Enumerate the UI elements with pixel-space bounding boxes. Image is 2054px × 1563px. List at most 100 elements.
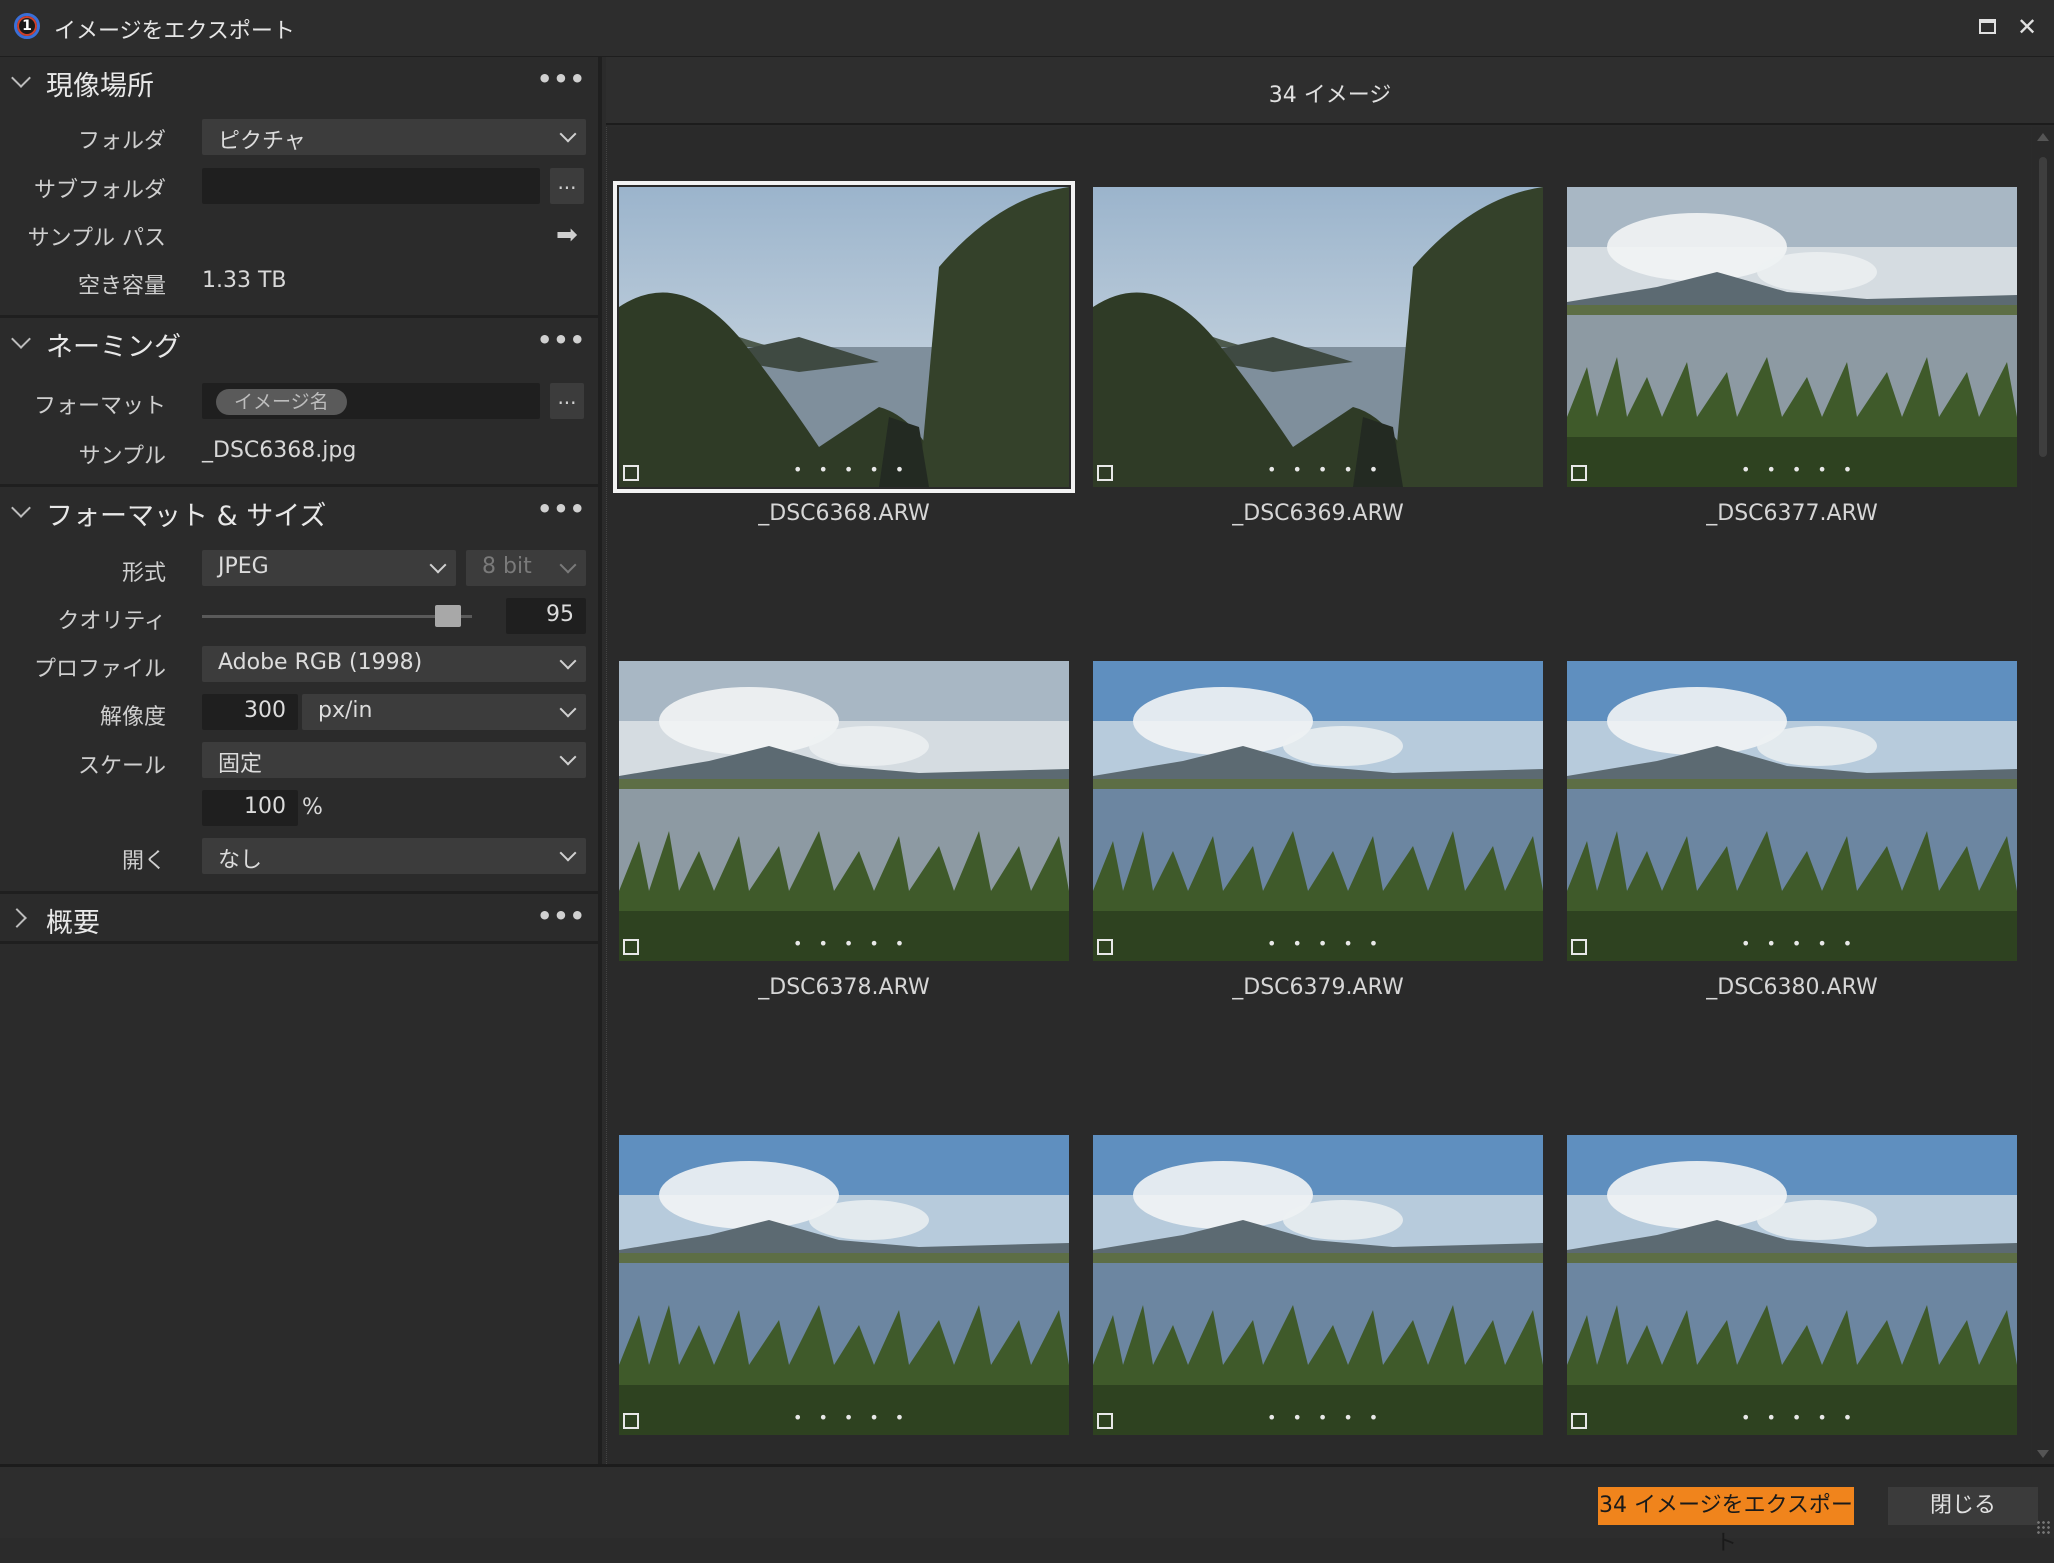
photo-preview xyxy=(1093,661,1543,961)
subfolder-field[interactable] xyxy=(202,168,540,204)
naming-format-field[interactable]: イメージ名 xyxy=(202,383,540,419)
profile-dropdown[interactable]: Adobe RGB (1998) xyxy=(202,646,586,682)
rating-dots-icon[interactable]: ••••• xyxy=(1741,1408,1868,1427)
thumbnail-filename: _DSC6379.ARW xyxy=(1232,975,1404,1000)
resize-grip-icon[interactable] xyxy=(2036,1520,2050,1534)
rating-dots-icon[interactable]: ••••• xyxy=(1741,460,1868,479)
close-window-button[interactable]: ✕ xyxy=(2012,12,2042,42)
quality-slider-handle[interactable] xyxy=(435,605,461,627)
resolution-label: 解像度 xyxy=(99,705,166,730)
thumbnail-grid: ••••• _DSC6368.ARW ••••• _DSC6369.ARW ••••• _… xyxy=(606,127,2031,1464)
rating-dots-icon[interactable]: ••••• xyxy=(1267,934,1394,953)
image-thumbnail[interactable]: ••••• xyxy=(1093,661,1543,961)
image-thumbnail[interactable]: ••••• xyxy=(1093,187,1543,487)
rating-dots-icon[interactable]: ••••• xyxy=(793,934,920,953)
thumbnail-checkbox[interactable] xyxy=(623,939,639,955)
more-options-icon[interactable]: ••• xyxy=(537,902,586,930)
chevron-down-icon xyxy=(11,498,31,518)
photo-preview xyxy=(1567,187,2017,487)
thumbnail-filename: _DSC6369.ARW xyxy=(1232,501,1404,526)
quality-input[interactable]: 95 xyxy=(506,598,586,634)
section-header-location[interactable]: 現像場所 ••• xyxy=(0,57,600,107)
chevron-down-icon xyxy=(11,68,31,88)
section-header-naming[interactable]: ネーミング ••• xyxy=(0,315,600,365)
chevron-down-icon xyxy=(559,700,577,718)
image-thumbnail[interactable]: ••••• xyxy=(1567,1135,2017,1435)
image-thumbnail[interactable]: ••••• xyxy=(619,1135,1069,1435)
scale-dropdown[interactable]: 固定 xyxy=(202,742,586,778)
open-with-dropdown[interactable]: なし xyxy=(202,838,586,874)
rating-dots-icon[interactable]: ••••• xyxy=(1267,1408,1394,1427)
thumbnail-checkbox[interactable] xyxy=(1571,465,1587,481)
section-header-summary[interactable]: 概要 ••• xyxy=(0,891,600,944)
quality-value: 95 xyxy=(546,602,574,627)
resolution-input[interactable]: 300 xyxy=(202,694,298,730)
close-button[interactable]: 閉じる xyxy=(1888,1487,2038,1525)
scrollbar-thumb[interactable] xyxy=(2039,157,2047,457)
image-thumbnail[interactable]: ••••• xyxy=(1567,661,2017,961)
rating-dots-icon[interactable]: ••••• xyxy=(1267,460,1394,479)
open-with-label: 開く xyxy=(121,849,166,874)
image-thumbnail[interactable]: ••••• xyxy=(1093,1135,1543,1435)
section-title: ネーミング xyxy=(46,332,181,363)
scroll-up-icon[interactable] xyxy=(2037,133,2049,141)
arrow-right-icon[interactable]: ➡ xyxy=(556,220,578,250)
vertical-scrollbar[interactable] xyxy=(2032,127,2054,1464)
file-type-dropdown[interactable]: JPEG xyxy=(202,550,456,586)
resolution-value: 300 xyxy=(244,698,286,723)
sample-label: サンプル xyxy=(78,444,166,469)
section-header-format-size[interactable]: フォーマット & サイズ ••• xyxy=(0,484,600,534)
chevron-down-icon xyxy=(429,556,447,574)
section-title: フォーマット & サイズ xyxy=(46,501,327,532)
photo-preview xyxy=(1093,1135,1543,1435)
chevron-down-icon xyxy=(559,748,577,766)
image-browser: 34 イメージ ••••• _DSC6368.ARW ••••• _DSC6369.A… xyxy=(606,57,2054,1464)
photo-preview xyxy=(619,661,1069,961)
file-type-label: 形式 xyxy=(121,561,166,586)
thumbnail-checkbox[interactable] xyxy=(1097,465,1113,481)
open-with-value: なし xyxy=(218,848,263,873)
scale-percent-input[interactable]: 100 xyxy=(202,790,298,826)
thumbnail-filename: _DSC6380.ARW xyxy=(1706,975,1878,1000)
image-name-token[interactable]: イメージ名 xyxy=(216,389,347,415)
quality-slider-track[interactable] xyxy=(202,615,472,618)
thumbnail-checkbox[interactable] xyxy=(623,1413,639,1429)
thumbnail-checkbox[interactable] xyxy=(1571,939,1587,955)
chevron-down-icon xyxy=(559,652,577,670)
export-button[interactable]: 34 イメージをエクスポート xyxy=(1598,1487,1854,1556)
thumbnail-checkbox[interactable] xyxy=(1097,939,1113,955)
free-space-value: 1.33 TB xyxy=(202,268,287,293)
photo-preview xyxy=(619,187,1069,487)
more-options-icon[interactable]: ••• xyxy=(537,65,586,93)
title-bar: 1 イメージをエクスポート ✕ xyxy=(0,0,2054,57)
thumbnail-checkbox[interactable] xyxy=(1571,1413,1587,1429)
folder-dropdown[interactable]: ピクチャ xyxy=(202,119,586,155)
thumbnail-filename: _DSC6378.ARW xyxy=(758,975,930,1000)
scroll-down-icon[interactable] xyxy=(2037,1450,2049,1458)
naming-browse-button[interactable]: ... xyxy=(550,383,584,419)
export-dialog: 1 イメージをエクスポート ✕ 現像場所 ••• フォルダ ピクチャ サブフォル… xyxy=(0,0,2054,1556)
rating-dots-icon[interactable]: ••••• xyxy=(793,1408,920,1427)
more-options-icon[interactable]: ••• xyxy=(537,326,586,354)
more-options-icon[interactable]: ••• xyxy=(537,495,586,523)
scale-label: スケール xyxy=(77,754,166,779)
quality-label: クオリティ xyxy=(57,609,166,634)
photo-preview xyxy=(1567,1135,2017,1435)
rating-dots-icon[interactable]: ••••• xyxy=(1741,934,1868,953)
settings-sidebar: 現像場所 ••• フォルダ ピクチャ サブフォルダ ... サンプル パス ➡ … xyxy=(0,57,602,1464)
thumbnail-checkbox[interactable] xyxy=(1097,1413,1113,1429)
subfolder-browse-button[interactable]: ... xyxy=(550,168,584,204)
dialog-footer: 34 イメージをエクスポート 閉じる xyxy=(0,1464,2054,1556)
image-thumbnail[interactable]: ••••• xyxy=(613,181,1075,493)
rating-dots-icon[interactable]: ••••• xyxy=(793,460,920,479)
resolution-unit-dropdown[interactable]: px/in xyxy=(302,694,586,730)
app-logo-icon: 1 xyxy=(14,13,40,39)
chevron-down-icon xyxy=(559,844,577,862)
thumbnail-checkbox[interactable] xyxy=(623,465,639,481)
bit-depth-value: 8 bit xyxy=(482,554,532,579)
maximize-button[interactable] xyxy=(1972,12,2002,42)
image-thumbnail[interactable]: ••••• xyxy=(619,661,1069,961)
free-space-label: 空き容量 xyxy=(77,274,166,299)
close-icon: ✕ xyxy=(2016,13,2038,41)
image-thumbnail[interactable]: ••••• xyxy=(1567,187,2017,487)
